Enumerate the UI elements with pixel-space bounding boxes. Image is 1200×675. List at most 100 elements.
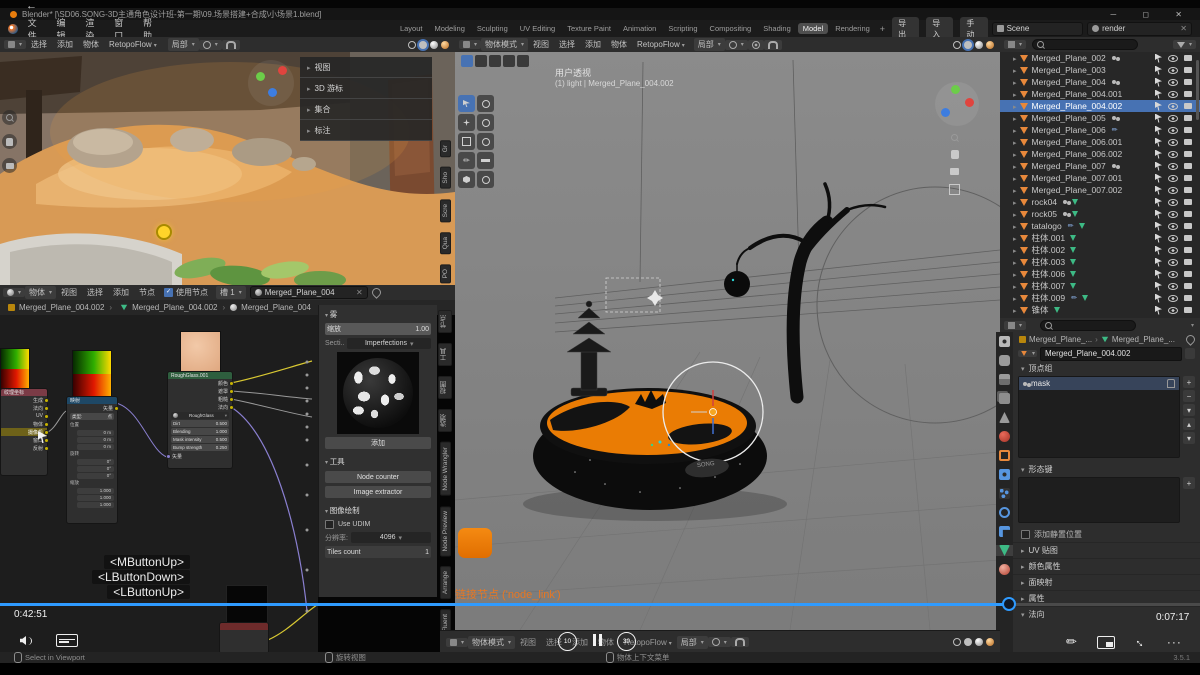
visibility-toggle-icon[interactable] (1168, 175, 1178, 182)
selectable-toggle-icon[interactable] (1155, 282, 1162, 291)
render-toggle-icon[interactable] (1184, 187, 1192, 193)
menu-select[interactable]: 选择 (26, 39, 52, 50)
node-output-socket[interactable]: 遮罩 (168, 387, 232, 395)
outliner-row[interactable]: 柱体.003 ✏ (1000, 256, 1200, 268)
render-toggle-icon[interactable] (1184, 295, 1192, 301)
expand-icon[interactable] (1013, 77, 1017, 87)
pin-icon[interactable] (1184, 333, 1197, 346)
gizmo-x-axis[interactable] (278, 66, 287, 75)
texture-preview[interactable] (337, 352, 419, 434)
selectable-toggle-icon[interactable] (1155, 138, 1162, 147)
outliner-row[interactable]: Merged_Plane_007.001 ✏ (1000, 172, 1200, 184)
material-selector[interactable]: Merged_Plane_004 ✕ (250, 286, 368, 299)
shading-material-icon[interactable] (975, 41, 983, 49)
select-box-icon[interactable] (475, 55, 487, 67)
shading-wireframe-icon[interactable] (408, 41, 416, 49)
render-toggle-icon[interactable] (1184, 55, 1192, 61)
add-vertex-group-button[interactable]: + (1183, 376, 1195, 388)
outliner-row[interactable]: 柱体.002 ✏ (1000, 244, 1200, 256)
visibility-toggle-icon[interactable] (1168, 283, 1178, 290)
shading-material-icon[interactable] (975, 638, 983, 646)
render-toggle-icon[interactable] (1184, 151, 1192, 157)
selectable-toggle-icon[interactable] (1155, 66, 1162, 75)
node-output-socket[interactable]: 矢量 (67, 404, 117, 412)
render-toggle-icon[interactable] (1184, 79, 1192, 85)
shading-solid-icon[interactable] (964, 41, 972, 49)
outliner-row[interactable]: 柱体.009 ✏ (1000, 292, 1200, 304)
shape-keys-section[interactable]: 形态键 (1013, 462, 1200, 477)
outliner-row[interactable]: 柱体.006 ✏ (1000, 268, 1200, 280)
visibility-toggle-icon[interactable] (1168, 235, 1178, 242)
menu-object[interactable]: 物体 (78, 39, 104, 50)
visibility-toggle-icon[interactable] (1168, 187, 1178, 194)
expand-icon[interactable] (1013, 197, 1017, 207)
selectable-toggle-icon[interactable] (1155, 114, 1162, 123)
menu-add[interactable]: 添加 (52, 39, 78, 50)
outliner-row[interactable]: Merged_Plane_004.001 ✏ (1000, 88, 1200, 100)
render-toggle-icon[interactable] (1184, 307, 1192, 313)
gizmo-z-axis[interactable] (941, 108, 950, 117)
selectable-toggle-icon[interactable] (1155, 54, 1162, 63)
scene-selector[interactable]: Scene (992, 22, 1084, 36)
transform-tool-button[interactable] (477, 133, 494, 150)
selectable-toggle-icon[interactable] (1155, 102, 1162, 111)
menu-view[interactable]: 视图 (528, 39, 554, 50)
workspace-tab[interactable]: Rendering (830, 23, 875, 34)
panel-section-collapsed[interactable]: 集合 (300, 99, 432, 120)
outliner-row[interactable]: Merged_Plane_002 ✏ (1000, 52, 1200, 64)
outliner-row[interactable]: 锥体 ✏ (1000, 304, 1200, 316)
outliner-row[interactable]: rock04 ✏ (1000, 196, 1200, 208)
pan-hand-icon[interactable] (951, 150, 959, 159)
render-toggle-icon[interactable] (1184, 235, 1192, 241)
npanel-tab[interactable]: Gr (440, 140, 451, 157)
menu-select[interactable]: 选择 (554, 39, 580, 50)
menu-view[interactable]: 视图 (515, 637, 541, 648)
visibility-toggle-icon[interactable] (1168, 91, 1178, 98)
extra-tool-button[interactable] (477, 171, 494, 188)
selectable-toggle-icon[interactable] (1155, 126, 1162, 135)
selectable-toggle-icon[interactable] (1155, 222, 1162, 231)
properties-search-input[interactable] (1040, 320, 1136, 331)
workspace-tab[interactable]: Compositing (705, 23, 757, 34)
skip-back-10-button[interactable]: 10 (558, 632, 577, 651)
workspace-tab[interactable]: Animation (618, 23, 661, 34)
node-group-roughglass[interactable]: RoughGlass.001 颜色遮罩粗糙法向 RoughGlass▾ Dirt… (167, 371, 233, 469)
render-preview-viewport[interactable]: 视图 3D 游标 集合 标注 (0, 52, 455, 285)
tab-particles[interactable] (996, 488, 1013, 499)
rest-position-checkbox[interactable] (1021, 530, 1030, 539)
node-output-socket[interactable]: 法向 (168, 403, 232, 411)
outliner-row[interactable]: Merged_Plane_007 ✏ (1000, 160, 1200, 172)
player-back-icon[interactable]: ← (26, 0, 37, 12)
outliner-row[interactable]: Merged_Plane_004.002 ✏ (1000, 100, 1200, 112)
gizmo-y-axis[interactable] (951, 85, 960, 94)
fake-user-shield-icon[interactable] (1185, 348, 1195, 359)
scale-tool-button[interactable] (458, 133, 475, 150)
visibility-toggle-icon[interactable] (1168, 295, 1178, 302)
node-output-socket[interactable]: 颜色 (168, 379, 232, 387)
tab-physics[interactable] (996, 507, 1013, 518)
shading-solid-icon[interactable] (964, 638, 972, 646)
editor-type-icon[interactable] (4, 40, 26, 49)
shading-rendered-icon[interactable] (986, 638, 994, 646)
editor-type-icon[interactable] (446, 638, 468, 647)
tab-scene[interactable] (996, 412, 1013, 423)
expand-icon[interactable] (1013, 173, 1017, 183)
shader-type-dropdown[interactable]: 物体 (25, 286, 56, 299)
outliner-row[interactable]: Merged_Plane_004 ✏ (1000, 76, 1200, 88)
outliner-row[interactable]: Merged_Plane_006.002 ✏ (1000, 148, 1200, 160)
npanel-section-title[interactable]: 雾 (319, 305, 437, 321)
toggle-ortho-icon[interactable] (949, 184, 960, 195)
render-toggle-icon[interactable] (1184, 103, 1192, 109)
shrink-player-icon[interactable]: ↔ (1132, 633, 1150, 651)
expand-icon[interactable] (1013, 89, 1017, 99)
vertex-group-specials-button[interactable]: ▾ (1183, 404, 1195, 416)
workspace-tab[interactable]: Shading (758, 23, 796, 34)
node-output-socket[interactable]: 物体 (1, 420, 47, 428)
selectable-toggle-icon[interactable] (1155, 162, 1162, 171)
expand-icon[interactable] (1013, 281, 1017, 291)
node-output-socket[interactable]: 粗糙 (168, 395, 232, 403)
node-mapping[interactable]: 映射 矢量 类型:点 位置 0 m 0 m 0 m 旋转 0° 0° 0° 缩放… (66, 396, 118, 524)
workspace-tab[interactable]: Model (798, 23, 828, 34)
render-toggle-icon[interactable] (1184, 199, 1192, 205)
expand-icon[interactable] (1013, 137, 1017, 147)
